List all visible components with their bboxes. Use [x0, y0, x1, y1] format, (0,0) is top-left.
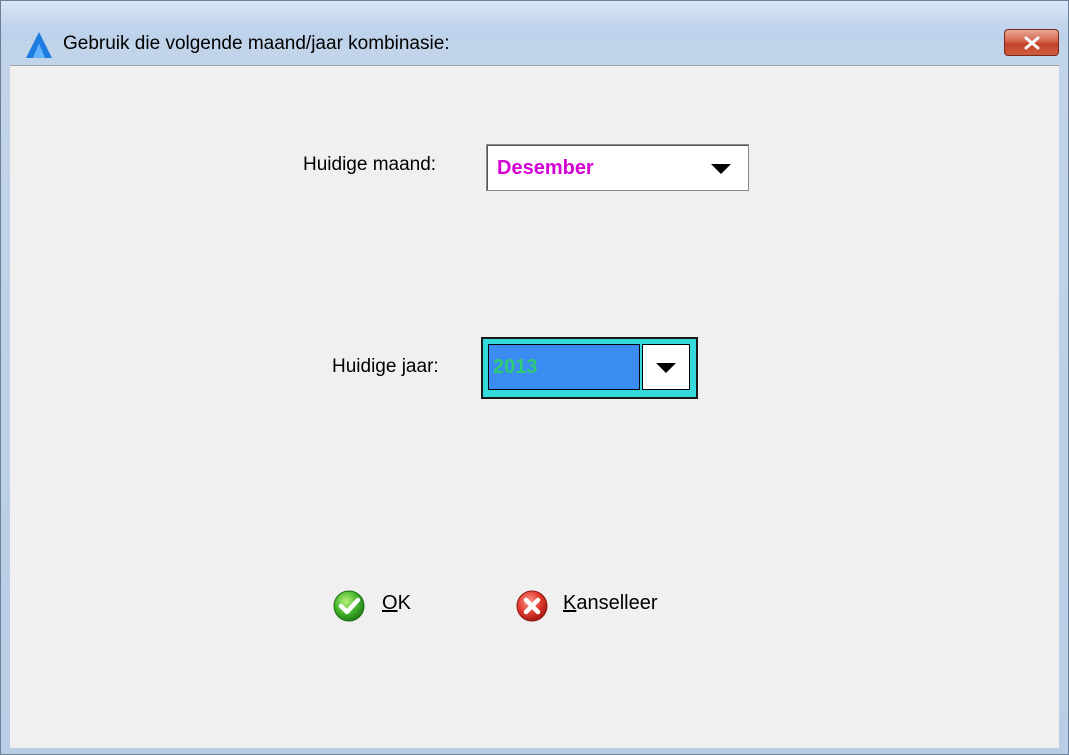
chevron-down-icon[interactable] [709, 162, 733, 176]
year-selection-highlight: 2013 [488, 344, 640, 390]
dialog-body: Huidige maand: Desember Huidige jaar: 20… [10, 65, 1059, 748]
ok-button-label: OK [382, 592, 411, 614]
month-combobox[interactable]: Desember [486, 144, 749, 191]
check-circle-icon [333, 590, 365, 622]
cancel-button-label: Kanselleer [563, 592, 658, 614]
app-logo-icon [25, 31, 53, 59]
year-combobox[interactable]: 2013 [481, 337, 698, 399]
close-icon [1024, 36, 1040, 50]
month-selected-value: Desember [497, 157, 594, 179]
chevron-down-icon [656, 363, 676, 373]
dialog-window: Gebruik die volgende maand/jaar kombinas… [0, 0, 1069, 755]
window-title: Gebruik die volgende maand/jaar kombinas… [63, 33, 450, 54]
title-bar[interactable]: Gebruik die volgende maand/jaar kombinas… [1, 1, 1068, 58]
year-selected-value: 2013 [493, 356, 538, 378]
cancel-button[interactable]: Kanselleer [515, 586, 690, 626]
year-label: Huidige jaar: [332, 356, 439, 377]
year-dropdown-button[interactable] [642, 344, 690, 390]
ok-button[interactable]: OK [332, 586, 432, 626]
x-circle-icon [516, 590, 548, 622]
month-label: Huidige maand: [303, 154, 437, 175]
close-button[interactable] [1004, 29, 1059, 56]
